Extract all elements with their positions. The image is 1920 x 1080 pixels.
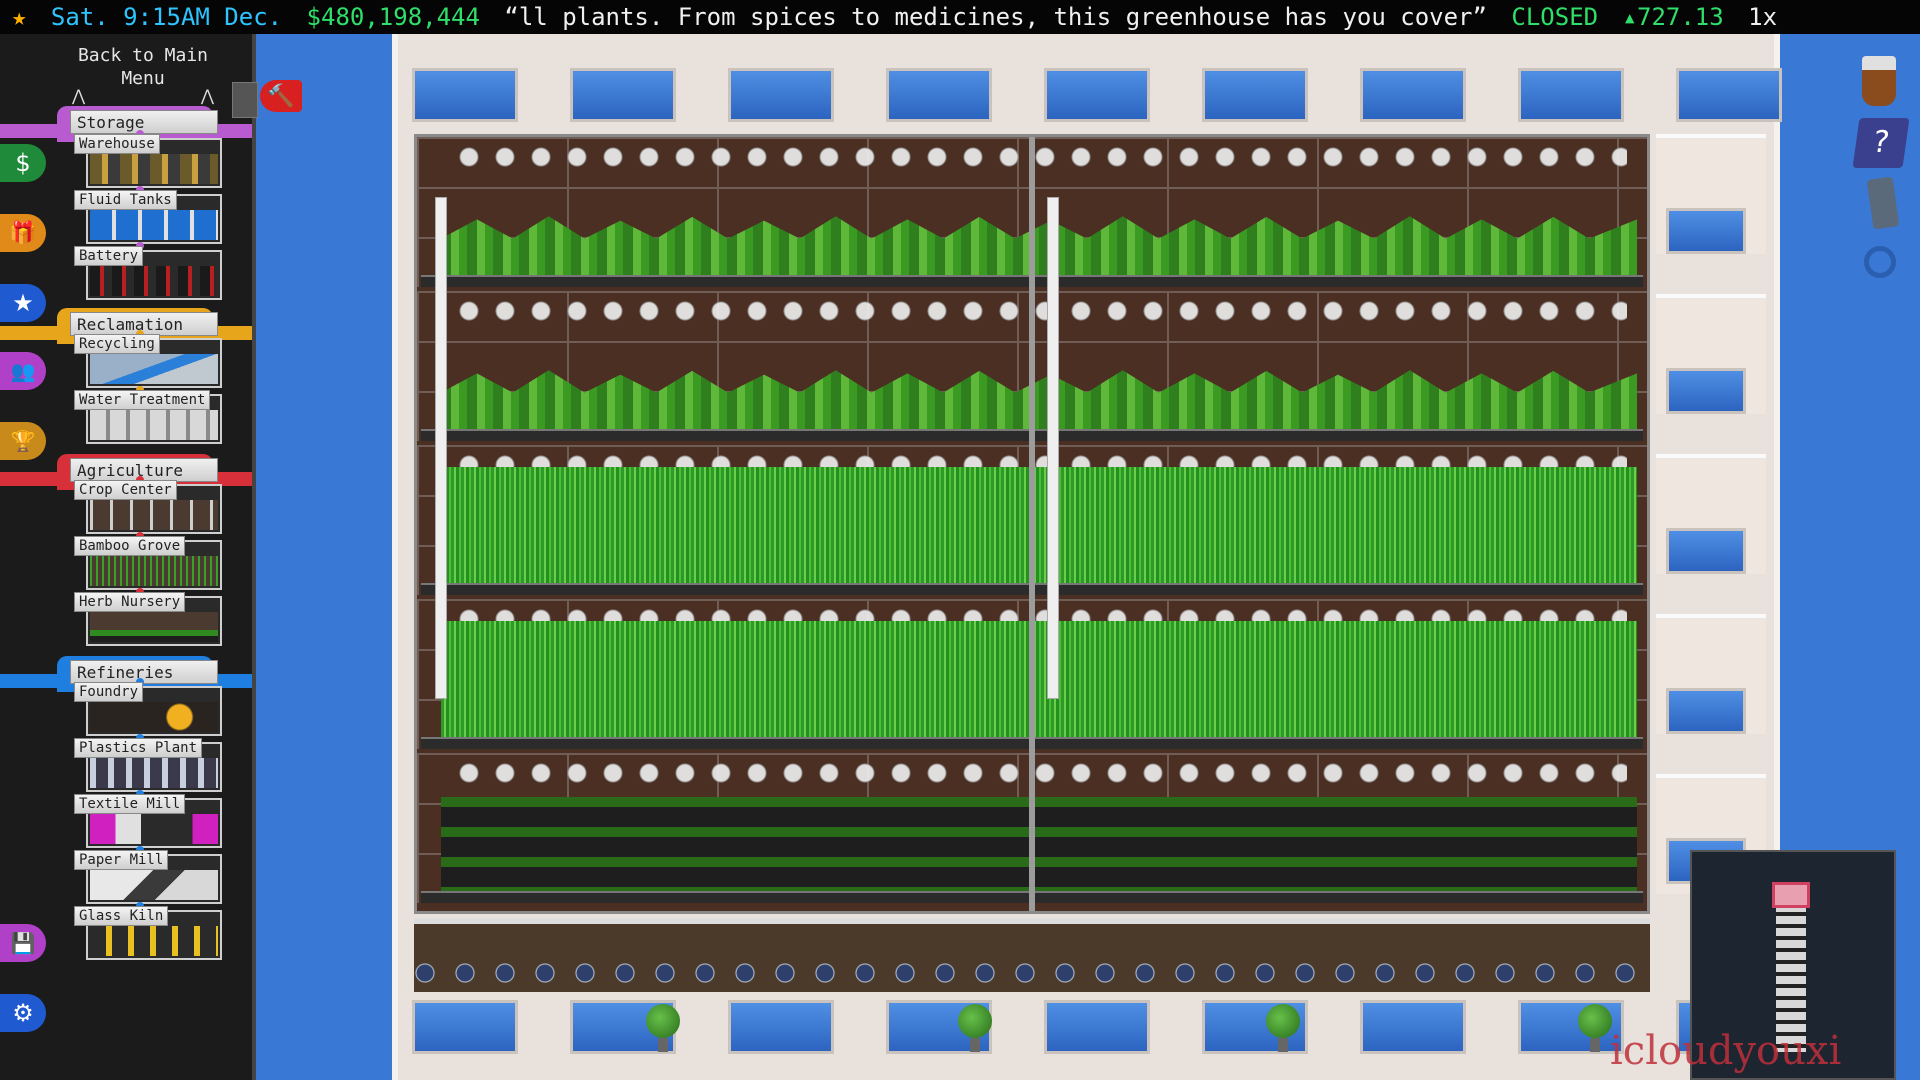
- side-room[interactable]: [1656, 614, 1766, 734]
- textile-mill-thumbnail: [90, 814, 218, 844]
- settings-icon[interactable]: ⚙: [0, 994, 46, 1032]
- marker-icon[interactable]: [1867, 176, 1900, 229]
- building-plastics-plant[interactable]: Plastics Plant: [86, 742, 222, 792]
- building-water-treatment[interactable]: Water Treatment: [86, 394, 222, 444]
- finances-icon[interactable]: $: [0, 144, 46, 182]
- crop-center-thumbnail: [90, 500, 218, 530]
- people-icon[interactable]: 👥: [0, 352, 46, 390]
- building-recycling[interactable]: Recycling: [86, 338, 222, 388]
- build-sidebar: Back to Main Menu ⋀ ⋀ Storage Warehouse …: [0, 34, 256, 1080]
- game-speed[interactable]: 1x: [1748, 3, 1777, 31]
- plastics-plant-thumbnail: [90, 758, 218, 788]
- pipe: [435, 197, 447, 699]
- caret-up-icon: ⋀: [72, 84, 85, 107]
- herb-nursery-thumbnail: [90, 612, 218, 642]
- watermark: icloudyouxi: [1610, 1028, 1841, 1074]
- greenhouse-room[interactable]: [414, 134, 1650, 914]
- back-label-line2: Menu: [62, 67, 224, 90]
- money-balance: $480,198,444: [307, 3, 480, 31]
- coffee-cup-icon[interactable]: [1862, 56, 1896, 106]
- side-room[interactable]: [1656, 294, 1766, 414]
- trophy-icon[interactable]: 🏆: [0, 422, 46, 460]
- building-label: Textile Mill: [74, 794, 185, 814]
- building-foundry[interactable]: Foundry: [86, 686, 222, 736]
- building-textile-mill[interactable]: Textile Mill: [86, 798, 222, 848]
- building-warehouse[interactable]: Warehouse: [86, 138, 222, 188]
- potted-tree: [958, 1004, 992, 1054]
- building-battery[interactable]: Battery: [86, 250, 222, 300]
- greenhouse-divider: [1029, 137, 1035, 911]
- top-window-row: [412, 68, 1782, 128]
- tower-view[interactable]: [392, 34, 1780, 1080]
- battery-thumbnail: [90, 266, 218, 296]
- water-treatment-thumbnail: [90, 410, 218, 440]
- gift-icon[interactable]: 🎁: [0, 214, 46, 252]
- building-label: Paper Mill: [74, 850, 168, 870]
- category-label: Refineries: [70, 660, 218, 684]
- building-fluid-tanks[interactable]: Fluid Tanks: [86, 194, 222, 244]
- building-paper-mill[interactable]: Paper Mill: [86, 854, 222, 904]
- pipe: [1047, 197, 1059, 699]
- save-icon[interactable]: 💾: [0, 924, 46, 962]
- building-herb-nursery[interactable]: Herb Nursery: [86, 596, 222, 646]
- glass-kiln-thumbnail: [90, 926, 218, 956]
- bamboo-grove-thumbnail: [90, 556, 218, 586]
- recycling-thumbnail: [90, 354, 218, 384]
- help-book-icon[interactable]: ?: [1852, 118, 1909, 168]
- building-label: Bamboo Grove: [74, 536, 185, 556]
- back-label-line1: Back to Main: [62, 44, 224, 67]
- foundry-thumbnail: [90, 702, 218, 732]
- ticker-message: “ll plants. From spices to medicines, th…: [504, 3, 1487, 31]
- building-label: Foundry: [74, 682, 143, 702]
- building-label: Recycling: [74, 334, 160, 354]
- bottom-window-row: [412, 1000, 1782, 1060]
- building-label: Warehouse: [74, 134, 160, 154]
- magnifier-icon[interactable]: [1864, 246, 1896, 278]
- category-label: Agriculture: [70, 458, 218, 482]
- star-icon[interactable]: ★: [0, 284, 46, 322]
- potted-tree: [1266, 1004, 1300, 1054]
- building-crop-center[interactable]: Crop Center: [86, 484, 222, 534]
- building-label: Fluid Tanks: [74, 190, 177, 210]
- side-room[interactable]: [1656, 454, 1766, 574]
- building-label: Plastics Plant: [74, 738, 202, 758]
- minimap-viewport[interactable]: [1772, 882, 1810, 908]
- caret-up-icon: ⋀: [201, 84, 214, 107]
- fluid-tanks-thumbnail: [90, 210, 218, 240]
- status-ticker: ★ Sat. 9:15AM Dec. $480,198,444 “ll plan…: [0, 0, 1920, 34]
- back-to-main-menu-button[interactable]: Back to Main Menu ⋀ ⋀: [62, 44, 224, 102]
- building-glass-kiln[interactable]: Glass Kiln: [86, 910, 222, 960]
- demolish-hammer-icon[interactable]: 🔨: [260, 80, 302, 112]
- building-label: Glass Kiln: [74, 906, 168, 926]
- building-label: Crop Center: [74, 480, 177, 500]
- side-room[interactable]: [1656, 134, 1766, 254]
- potted-tree: [646, 1004, 680, 1054]
- planter-strip: [414, 918, 1650, 992]
- market-status: CLOSED: [1511, 3, 1598, 31]
- category-label: Storage: [70, 110, 218, 134]
- date-time: Sat. 9:15AM Dec.: [51, 3, 282, 31]
- building-bamboo-grove[interactable]: Bamboo Grove: [86, 540, 222, 590]
- potted-tree: [1578, 1004, 1612, 1054]
- ticker-star-icon: ★: [12, 3, 26, 31]
- building-label: Water Treatment: [74, 390, 210, 410]
- market-change: ▴727.13: [1623, 3, 1724, 31]
- warehouse-thumbnail: [90, 154, 218, 184]
- paper-mill-thumbnail: [90, 870, 218, 900]
- building-label: Battery: [74, 246, 143, 266]
- building-label: Herb Nursery: [74, 592, 185, 612]
- category-label: Reclamation: [70, 312, 218, 336]
